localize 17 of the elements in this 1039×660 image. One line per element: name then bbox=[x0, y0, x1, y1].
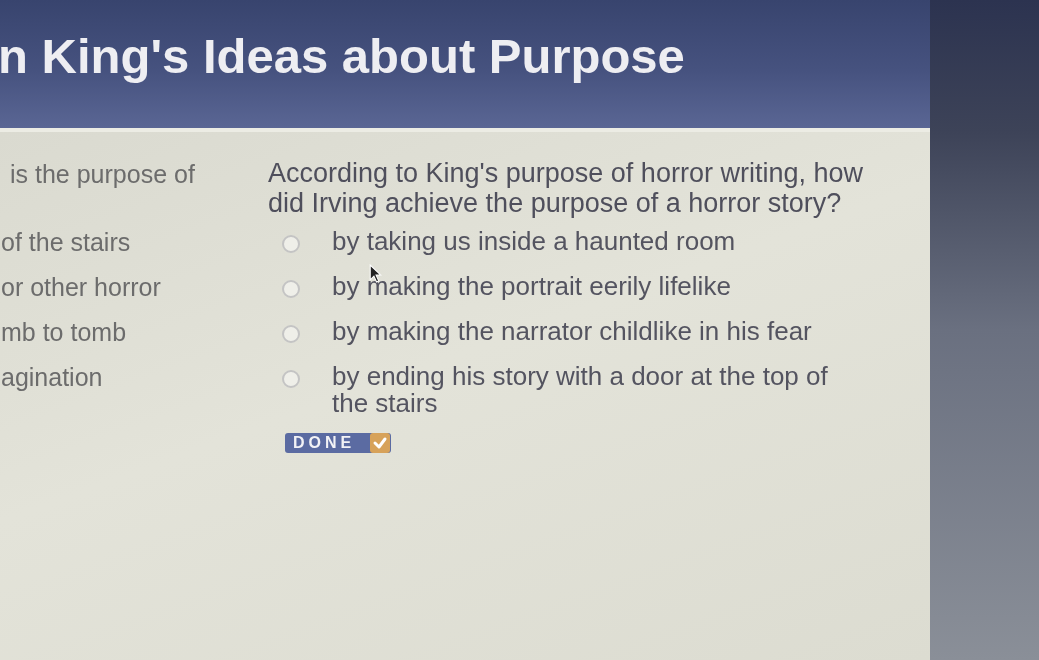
passage-heading: is the purpose of bbox=[10, 160, 195, 188]
done-button[interactable]: DONE bbox=[285, 433, 392, 453]
passage-line: agination bbox=[1, 363, 103, 391]
passage-line: mb to tomb bbox=[1, 318, 127, 346]
radio-button[interactable] bbox=[282, 280, 300, 298]
radio-button[interactable] bbox=[282, 325, 300, 343]
passage-line: or other horror bbox=[1, 273, 161, 301]
answer-option[interactable]: by making the portrait eerily lifelike bbox=[332, 273, 844, 300]
check-icon bbox=[369, 433, 392, 453]
radio-button[interactable] bbox=[282, 235, 300, 253]
radio-button[interactable] bbox=[282, 370, 300, 388]
question-prompt: According to King's purpose of horror writing, how did Irving achieve the purpose of a horror story? bbox=[268, 158, 864, 218]
answer-option[interactable]: by taking us inside a haunted room bbox=[332, 228, 844, 255]
answer-option[interactable]: by making the narrator childlike in his fear bbox=[332, 318, 844, 345]
page-title: n King's Ideas about Purpose bbox=[0, 28, 685, 84]
answer-option[interactable]: by ending his story with a door at the top of the stairs bbox=[332, 363, 844, 417]
passage-line: of the stairs bbox=[1, 228, 131, 256]
